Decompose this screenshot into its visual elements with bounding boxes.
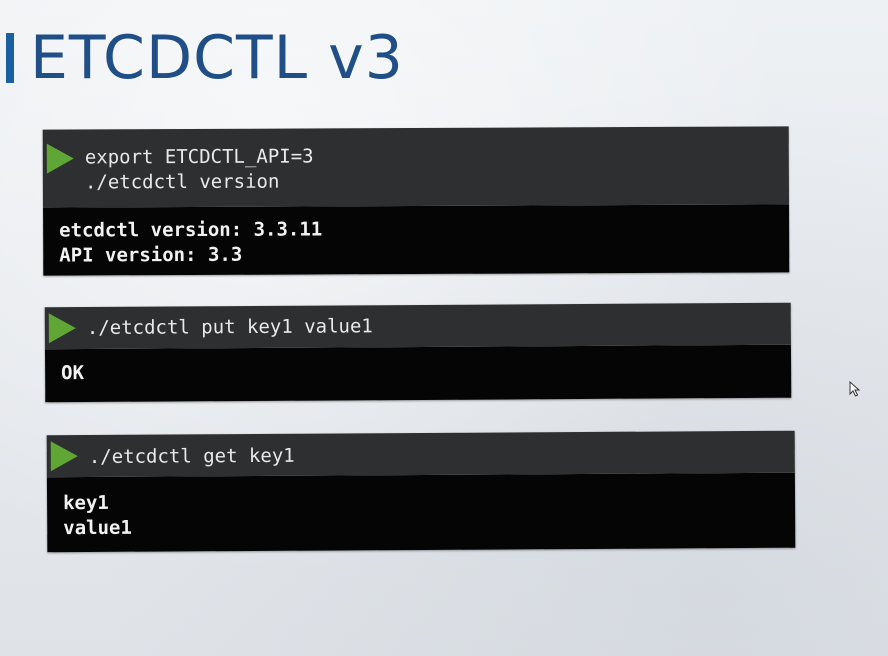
terminal-block-get: ./etcdctl get key1 key1 value1 xyxy=(46,430,796,553)
title-accent-bar xyxy=(6,33,14,83)
slide-title: ETCDCTL v3 xyxy=(30,23,404,93)
output-line: value1 xyxy=(63,516,132,540)
output-line: OK xyxy=(61,362,85,385)
command-area: export ETCDCTL_API=3 ./etcdctl version xyxy=(42,126,790,208)
output-area: etcdctl version: 3.3.11 API version: 3.3 xyxy=(43,204,790,276)
output-line: API version: 3.3 xyxy=(59,243,243,267)
terminal-block-version: export ETCDCTL_API=3 ./etcdctl version e… xyxy=(42,126,790,276)
command-line: ./etcdctl get key1 xyxy=(88,444,295,469)
command-line: ./etcdctl version xyxy=(84,170,280,194)
output-line: etcdctl version: 3.3.11 xyxy=(59,218,323,242)
terminal-block-put: ./etcdctl put key1 value1 OK xyxy=(44,302,792,403)
mouse-cursor-icon xyxy=(849,381,861,397)
play-icon xyxy=(50,441,78,472)
command-line: export ETCDCTL_API=3 xyxy=(84,145,314,169)
command-area: ./etcdctl get key1 xyxy=(46,430,795,478)
play-icon xyxy=(48,313,76,344)
output-area: OK xyxy=(44,344,792,403)
command-area: ./etcdctl put key1 value1 xyxy=(44,302,791,350)
command-line: ./etcdctl put key1 value1 xyxy=(86,315,373,340)
play-icon xyxy=(46,143,74,174)
output-area: key1 value1 xyxy=(46,472,796,553)
